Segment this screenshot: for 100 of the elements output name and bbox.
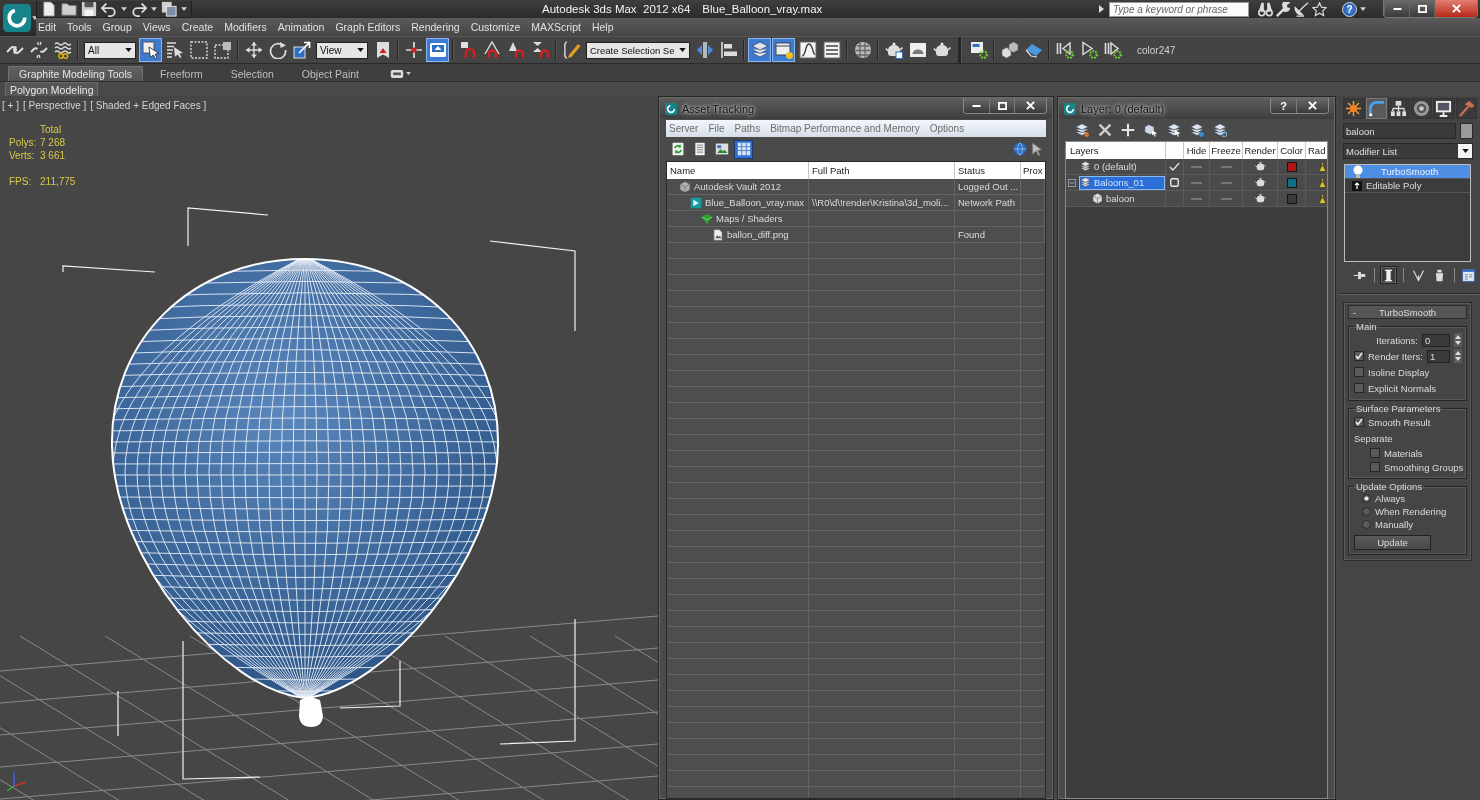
- objects-button[interactable]: [998, 38, 1021, 62]
- caret-icon[interactable]: [406, 72, 412, 75]
- tree-item[interactable]: Autodesk Vault 2012: [667, 179, 809, 194]
- spinner-field[interactable]: 1: [1426, 349, 1450, 363]
- menu-item[interactable]: Server: [669, 123, 699, 134]
- menu-item[interactable]: Options: [929, 123, 965, 134]
- help-button[interactable]: ?: [1271, 98, 1296, 113]
- ribbon-tab[interactable]: Graphite Modeling Tools: [8, 66, 144, 81]
- viewport-menu[interactable]: [ Perspective ]: [22, 100, 87, 111]
- color-swatch-icon[interactable]: [1460, 123, 1473, 139]
- add-icon[interactable]: [1121, 123, 1135, 137]
- close-button[interactable]: [1014, 98, 1046, 113]
- column-header[interactable]: Status: [955, 162, 1021, 179]
- ribbon-tab[interactable]: Selection: [219, 66, 285, 81]
- caret-icon[interactable]: [1360, 7, 1366, 11]
- help-button[interactable]: ?: [1342, 1, 1357, 17]
- panel-tab[interactable]: [1433, 98, 1455, 119]
- tree-item[interactable]: Maps / Shaders: [667, 211, 809, 226]
- cursor-icon[interactable]: [1030, 142, 1044, 156]
- panel-tab[interactable]: [1388, 98, 1410, 119]
- close-button[interactable]: [1434, 0, 1477, 17]
- teapot-icon[interactable]: [1254, 177, 1266, 188]
- delete-icon[interactable]: [1098, 123, 1112, 137]
- menu-item[interactable]: Create: [181, 21, 214, 33]
- menu-item[interactable]: Paths: [734, 123, 761, 134]
- spinner-field[interactable]: 0: [1422, 333, 1450, 347]
- panel-tab[interactable]: [1343, 98, 1365, 119]
- caret-icon[interactable]: [151, 6, 157, 11]
- teapot-icon[interactable]: [1254, 161, 1266, 172]
- menu-item[interactable]: MAXScript: [531, 21, 581, 33]
- menu-item[interactable]: File: [708, 123, 725, 134]
- wrench-icon[interactable]: [1276, 1, 1291, 17]
- coordinate-system-dropdown[interactable]: View: [316, 41, 368, 59]
- checkbox[interactable]: [1354, 383, 1364, 393]
- curve-editor-button[interactable]: [796, 38, 819, 62]
- select-object-button[interactable]: [139, 38, 162, 62]
- column-header[interactable]: Full Path: [809, 162, 955, 179]
- menu-item[interactable]: Modifiers: [224, 21, 267, 33]
- scene-explorer-button[interactable]: [772, 38, 795, 62]
- menu-item[interactable]: Views: [142, 21, 171, 33]
- color-swatch-icon[interactable]: [1286, 177, 1297, 188]
- search-field[interactable]: Type a keyword or phrase: [1109, 1, 1249, 17]
- menu-item[interactable]: Group: [102, 21, 132, 33]
- column-header[interactable]: Name: [667, 162, 809, 179]
- radio-button[interactable]: [1362, 507, 1371, 516]
- menu-item[interactable]: Bitmap Performance and Memory: [770, 123, 920, 134]
- application-button[interactable]: [0, 0, 36, 36]
- teapot-icon[interactable]: [1254, 193, 1266, 204]
- menu-item[interactable]: Rendering: [411, 21, 460, 33]
- layers-cursor-icon[interactable]: [1167, 123, 1181, 137]
- check-icon[interactable]: [1169, 162, 1180, 171]
- minimize-button[interactable]: [964, 98, 989, 113]
- menu-item[interactable]: Edit: [38, 21, 57, 33]
- stack-item[interactable]: Editable Poly: [1345, 179, 1470, 193]
- satellite-dish-icon[interactable]: [1294, 1, 1309, 17]
- schematic-button[interactable]: [820, 38, 843, 62]
- column-header[interactable]: Rad: [1306, 142, 1327, 159]
- column-header[interactable]: Prox: [1021, 162, 1045, 179]
- minimize-button[interactable]: [1384, 0, 1409, 17]
- keyboard-override-button[interactable]: [426, 38, 449, 62]
- new-layer-icon[interactable]: [1075, 123, 1089, 137]
- panel-tab[interactable]: [1410, 98, 1432, 119]
- star-icon[interactable]: [1312, 1, 1327, 17]
- stack-button[interactable]: [1460, 266, 1477, 284]
- checkbox[interactable]: [1354, 417, 1364, 427]
- layer-name[interactable]: Baloons_01: [1079, 175, 1165, 190]
- close-button[interactable]: [1296, 98, 1328, 113]
- menu-item[interactable]: Tools: [67, 21, 92, 33]
- named-selection-dropdown[interactable]: Create Selection Se: [586, 41, 690, 59]
- ribbon-tab[interactable]: Freeform: [149, 66, 214, 81]
- maximize-button[interactable]: [989, 98, 1014, 113]
- checkbox[interactable]: [1370, 448, 1380, 458]
- rollout-header[interactable]: - TurboSmooth: [1348, 305, 1467, 319]
- radio-button[interactable]: [1362, 520, 1371, 529]
- selection-filter-dropdown[interactable]: All: [84, 41, 136, 59]
- menu-item[interactable]: Animation: [277, 21, 325, 33]
- viewport-menu[interactable]: [ Shaded + Edged Faces ]: [90, 100, 207, 111]
- collapse-icon[interactable]: [1068, 178, 1076, 187]
- caret-icon[interactable]: [181, 6, 187, 11]
- tree-item[interactable]: Blue_Balloon_vray.max: [667, 195, 809, 210]
- redo-icon[interactable]: [131, 0, 147, 17]
- spinner-arrows-icon[interactable]: [1454, 333, 1462, 347]
- table-view-button[interactable]: [734, 139, 753, 159]
- square-icon[interactable]: [1170, 178, 1179, 187]
- checkbox[interactable]: [1354, 367, 1364, 377]
- undo-icon[interactable]: [101, 0, 117, 17]
- checkbox[interactable]: [1354, 351, 1364, 361]
- project-folder-icon[interactable]: [161, 0, 177, 17]
- menu-item[interactable]: Customize: [470, 21, 521, 33]
- radio-button[interactable]: [1362, 494, 1371, 503]
- color-swatch-icon[interactable]: [1286, 161, 1297, 172]
- triangle-icon[interactable]: [1099, 5, 1104, 13]
- color-swatch-icon[interactable]: [1286, 193, 1297, 204]
- new-file-icon[interactable]: [41, 0, 57, 17]
- stack-button[interactable]: [1380, 266, 1398, 284]
- cube-cursor-icon[interactable]: [1144, 123, 1158, 137]
- menu-item[interactable]: Help: [591, 21, 614, 33]
- modifier-list-dropdown[interactable]: Modifier List: [1343, 143, 1473, 159]
- ribbon-panel-tab[interactable]: Polygon Modeling: [5, 82, 99, 96]
- viewport-menu[interactable]: [ + ]: [2, 100, 19, 111]
